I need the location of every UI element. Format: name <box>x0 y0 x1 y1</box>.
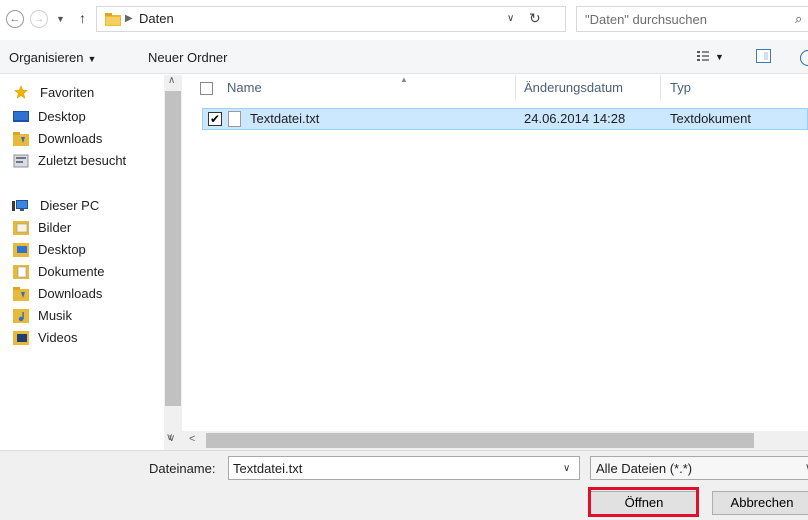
pictures-folder-icon <box>13 221 29 235</box>
view-options-icon[interactable] <box>697 51 709 62</box>
breadcrumb-chevron-icon: ▶ <box>125 13 133 24</box>
file-modified: 24.06.2014 14:28 <box>524 111 626 126</box>
nav-pane-scrollbar[interactable]: ∧ ∨ <box>164 75 182 450</box>
nav-item-label: Zuletzt besucht <box>38 153 127 168</box>
column-divider[interactable] <box>515 75 516 101</box>
preview-pane-icon[interactable] <box>756 49 771 63</box>
videos-folder-icon <box>13 331 29 345</box>
scroll-up-icon[interactable]: ∧ <box>168 75 175 86</box>
file-type-value: Alle Dateien (*.*) <box>596 461 693 476</box>
navigation-pane: Favoriten Desktop Downloads Zuletzt besu… <box>0 75 182 450</box>
filename-value: Textdatei.txt <box>233 461 303 476</box>
address-bar-row: ← → ▼ ↑ ▶ Daten ∨ ↻ "Daten" durchsuchen … <box>0 0 808 40</box>
nav-item-label: Desktop <box>38 242 86 257</box>
nav-pane-scroll-down-icon[interactable]: ∨ <box>166 432 173 443</box>
breadcrumb-segment[interactable]: Daten <box>139 11 174 27</box>
downloads-folder-icon <box>13 287 29 301</box>
organize-button[interactable]: Organisieren ▼ <box>9 50 96 67</box>
address-dropdown-icon[interactable]: ∨ <box>507 11 514 27</box>
search-placeholder: "Daten" durchsuchen <box>585 12 707 27</box>
new-folder-button[interactable]: Neuer Ordner <box>148 50 227 66</box>
desktop-folder-icon <box>13 243 29 257</box>
documents-folder-icon <box>13 265 29 279</box>
row-checkbox[interactable]: ✔ <box>208 112 222 126</box>
column-header-label: Name <box>227 80 262 95</box>
organize-label: Organisieren <box>9 50 84 65</box>
recent-places-icon <box>13 154 29 168</box>
computer-icon <box>12 200 28 211</box>
forward-button[interactable]: → <box>30 10 48 28</box>
refresh-icon[interactable]: ↻ <box>529 9 541 27</box>
music-folder-icon <box>13 309 29 323</box>
scrollbar-thumb[interactable] <box>206 433 754 448</box>
column-header-name[interactable]: Name ▲ <box>227 75 408 101</box>
downloads-folder-icon <box>13 132 29 146</box>
view-dropdown-icon[interactable]: ▼ <box>715 50 724 64</box>
cancel-button[interactable]: Abbrechen <box>712 491 808 515</box>
file-list-horizontal-scrollbar[interactable]: < <box>182 431 808 450</box>
nav-item-label: Downloads <box>38 131 103 146</box>
folder-icon <box>105 13 121 26</box>
column-header-type[interactable]: Typ <box>670 75 691 101</box>
chevron-down-icon: ▼ <box>87 54 97 64</box>
desktop-icon <box>13 111 29 122</box>
file-list: Name ▲ Änderungsdatum Typ ✔ Textdatei.tx… <box>182 75 808 450</box>
back-button[interactable]: ← <box>6 10 24 28</box>
file-type-select[interactable]: Alle Dateien (*.*) ∨ <box>590 456 808 480</box>
column-header-modified[interactable]: Änderungsdatum <box>524 75 623 101</box>
file-type: Textdokument <box>670 111 751 126</box>
select-all-checkbox[interactable] <box>200 82 213 95</box>
nav-item-label: Dieser PC <box>40 198 100 213</box>
help-icon[interactable] <box>800 50 808 66</box>
scroll-left-icon[interactable]: < <box>189 433 195 445</box>
file-row[interactable]: ✔ Textdatei.txt 24.06.2014 14:28 Textdok… <box>202 108 808 130</box>
open-button[interactable]: Öffnen <box>590 491 698 515</box>
filename-label: Dateiname: <box>149 461 216 476</box>
nav-item-label: Desktop <box>38 109 86 124</box>
text-file-icon <box>228 111 241 127</box>
address-bar[interactable]: ▶ Daten ∨ ↻ <box>96 6 566 32</box>
search-icon[interactable]: ⌕ <box>795 11 802 27</box>
nav-item-label: Dokumente <box>38 264 105 279</box>
nav-item-label: Favoriten <box>40 85 95 100</box>
scrollbar-thumb[interactable] <box>165 91 181 406</box>
column-divider[interactable] <box>660 75 661 101</box>
dialog-footer: Dateiname: Textdatei.txt ∨ Alle Dateien … <box>0 450 808 520</box>
recent-locations-chevron-icon[interactable]: ▼ <box>56 10 65 28</box>
nav-item-label: Bilder <box>38 220 72 235</box>
filename-input[interactable]: Textdatei.txt ∨ <box>228 456 580 480</box>
star-icon <box>14 85 28 99</box>
search-input[interactable]: "Daten" durchsuchen ⌕ <box>576 6 808 32</box>
nav-item-label: Videos <box>38 330 78 345</box>
sort-ascending-icon: ▲ <box>400 75 408 84</box>
up-arrow-button[interactable]: ↑ <box>79 9 86 27</box>
nav-item-label: Musik <box>38 308 72 323</box>
file-name: Textdatei.txt <box>250 111 320 126</box>
nav-item-label: Downloads <box>38 286 103 301</box>
filename-history-dropdown-icon[interactable]: ∨ <box>563 462 570 476</box>
